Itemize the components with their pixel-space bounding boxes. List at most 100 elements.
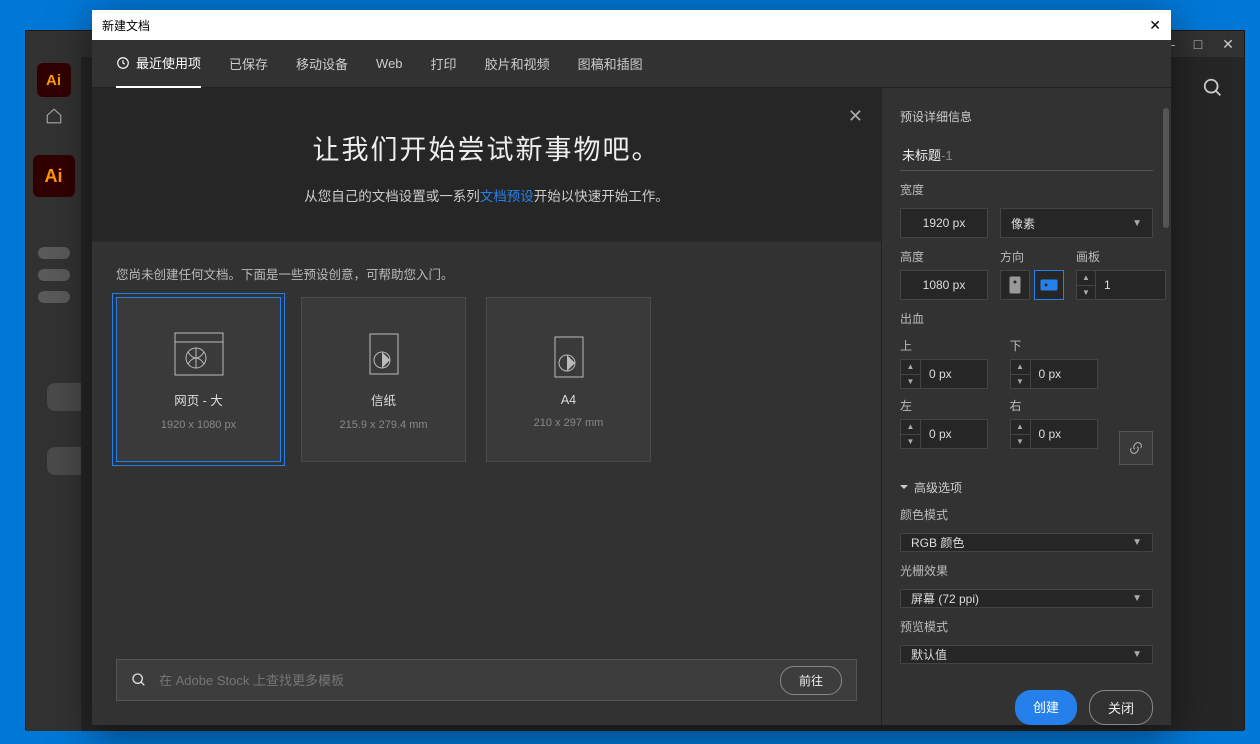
search-icon (131, 672, 147, 688)
tab-label: 打印 (431, 54, 457, 73)
tab-label: Web (376, 56, 403, 71)
chevron-down-icon: ▼ (1132, 537, 1142, 548)
intro-text-b: 开始以快速开始工作。 (534, 189, 669, 204)
bleed-right-stepper[interactable]: ▲▼ (1010, 419, 1030, 449)
category-tabs: 最近使用项 已保存 移动设备 Web 打印 胶片和视频 图稿和插图 (92, 40, 1171, 88)
tab-label: 胶片和视频 (485, 54, 550, 73)
web-preset-icon (173, 328, 225, 380)
tab-label: 已保存 (229, 54, 268, 73)
doc-title-field[interactable]: 未标题-1 (900, 141, 1153, 171)
advanced-toggle[interactable]: 高级选项 (900, 479, 1153, 496)
tab-label: 最近使用项 (136, 53, 201, 72)
close-button[interactable]: 关闭 (1089, 690, 1153, 725)
bleed-top-field[interactable]: 0 px (920, 359, 988, 389)
tab-label: 移动设备 (296, 54, 348, 73)
artboards-stepper[interactable]: ▲▼ (1076, 270, 1096, 300)
card-title: 信纸 (371, 390, 396, 409)
tab-recent[interactable]: 最近使用项 (116, 39, 201, 88)
dialog-close-icon[interactable]: ✕ (1149, 17, 1161, 34)
preset-link[interactable]: 文档预设 (480, 189, 534, 204)
bleed-top-stepper[interactable]: ▲▼ (900, 359, 920, 389)
intro-text-a: 从您自己的文档设置或一系列 (304, 189, 480, 204)
home-icon[interactable] (45, 107, 63, 125)
raster-label: 光栅效果 (900, 562, 1153, 579)
stock-search-bar: 前往 (116, 659, 857, 701)
bleed-top-label: 上 (900, 337, 996, 354)
card-title: 网页 - 大 (174, 390, 223, 409)
host-sidebar: Ai Ai (26, 57, 81, 731)
preview-value: 默认值 (911, 646, 947, 663)
intro-heading: 让我们开始尝试新事物吧。 (122, 128, 851, 167)
sidebar-tab (47, 447, 81, 475)
tab-print[interactable]: 打印 (431, 40, 457, 87)
stock-go-button[interactable]: 前往 (780, 666, 842, 695)
host-close-icon[interactable]: ✕ (1218, 36, 1238, 53)
height-label: 高度 (900, 248, 988, 265)
create-button[interactable]: 创建 (1015, 690, 1077, 725)
link-bleed-icon[interactable] (1119, 431, 1153, 465)
step-down-icon[interactable]: ▼ (1077, 286, 1095, 300)
letter-preset-icon (358, 328, 410, 380)
preset-details-panel: 预设详细信息 未标题-1 宽度 1920 px 像素 ▼ 高度 1080 px 方… (881, 88, 1171, 725)
artboards-field[interactable]: 1 (1096, 270, 1166, 300)
color-mode-label: 颜色模式 (900, 506, 1153, 523)
title-suffix: -1 (941, 148, 953, 163)
sidebar-placeholder (38, 269, 70, 281)
color-mode-select[interactable]: RGB 颜色 ▼ (900, 533, 1153, 552)
search-icon[interactable] (1202, 77, 1224, 104)
preset-area: ✕ 让我们开始尝试新事物吧。 从您自己的文档设置或一系列文档预设开始以快速开始工… (92, 88, 881, 725)
hint-text: 您尚未创建任何文档。下面是一些预设创意，可帮助您入门。 (92, 242, 881, 297)
preset-cards: 网页 - 大 1920 x 1080 px 信纸 215.9 x 279.4 m… (92, 297, 881, 462)
bleed-left-stepper[interactable]: ▲▼ (900, 419, 920, 449)
chevron-down-icon: ▼ (1132, 218, 1142, 229)
preset-card-web-large[interactable]: 网页 - 大 1920 x 1080 px (116, 297, 281, 462)
bleed-bottom-label: 下 (1010, 337, 1106, 354)
tab-label: 图稿和插图 (578, 54, 643, 73)
tab-saved[interactable]: 已保存 (229, 40, 268, 87)
bleed-label: 出血 (900, 310, 1153, 327)
title-base: 未标题 (902, 148, 941, 163)
stock-search-input[interactable] (159, 673, 768, 688)
bleed-bottom-stepper[interactable]: ▲▼ (1010, 359, 1030, 389)
height-field[interactable]: 1080 px (900, 270, 988, 300)
banner-close-icon[interactable]: ✕ (848, 106, 863, 127)
chevron-down-icon: ▼ (1132, 593, 1142, 604)
host-max-icon[interactable]: □ (1188, 36, 1208, 52)
units-value: 像素 (1011, 215, 1035, 232)
units-select[interactable]: 像素 ▼ (1000, 208, 1153, 238)
color-mode-value: RGB 颜色 (911, 534, 964, 551)
sidebar-tab (47, 383, 81, 411)
orientation-portrait[interactable] (1000, 270, 1030, 300)
sidebar-placeholder (38, 291, 70, 303)
new-document-dialog: 新建文档 ✕ 最近使用项 已保存 移动设备 Web 打印 胶片和视频 图稿和插图… (92, 10, 1171, 725)
tab-web[interactable]: Web (376, 42, 403, 85)
width-label: 宽度 (900, 181, 1153, 198)
preview-label: 预览模式 (900, 618, 1153, 635)
bleed-left-field[interactable]: 0 px (920, 419, 988, 449)
bleed-right-label: 右 (1010, 397, 1106, 414)
preset-card-a4[interactable]: A4 210 x 297 mm (486, 297, 651, 462)
bleed-right-field[interactable]: 0 px (1030, 419, 1098, 449)
card-dim: 215.9 x 279.4 mm (339, 419, 427, 431)
tab-art[interactable]: 图稿和插图 (578, 40, 643, 87)
intro-text: 从您自己的文档设置或一系列文档预设开始以快速开始工作。 (122, 185, 851, 205)
scrollbar-thumb[interactable] (1163, 108, 1169, 228)
preview-select[interactable]: 默认值▼ (900, 645, 1153, 664)
panel-heading: 预设详细信息 (900, 108, 1153, 125)
dialog-titlebar: 新建文档 ✕ (92, 10, 1171, 40)
card-dim: 210 x 297 mm (534, 417, 604, 429)
a4-preset-icon (543, 331, 595, 383)
tab-film[interactable]: 胶片和视频 (485, 40, 550, 87)
tab-mobile[interactable]: 移动设备 (296, 40, 348, 87)
ai-logo-icon: Ai (37, 63, 71, 97)
sidebar-placeholder (38, 247, 70, 259)
width-field[interactable]: 1920 px (900, 208, 988, 238)
raster-select[interactable]: 屏幕 (72 ppi) ▼ (900, 589, 1153, 608)
intro-banner: ✕ 让我们开始尝试新事物吧。 从您自己的文档设置或一系列文档预设开始以快速开始工… (92, 88, 881, 242)
orientation-label: 方向 (1000, 248, 1064, 265)
step-up-icon[interactable]: ▲ (1077, 271, 1095, 286)
orientation-landscape[interactable] (1034, 270, 1064, 300)
raster-value: 屏幕 (72 ppi) (911, 590, 979, 607)
preset-card-letter[interactable]: 信纸 215.9 x 279.4 mm (301, 297, 466, 462)
bleed-bottom-field[interactable]: 0 px (1030, 359, 1098, 389)
